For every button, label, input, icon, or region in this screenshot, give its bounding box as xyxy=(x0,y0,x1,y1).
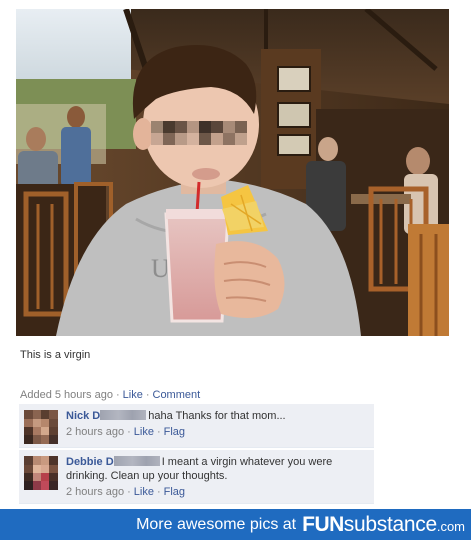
logo-fun: FUN xyxy=(302,512,344,536)
comment-flag-link[interactable]: Flag xyxy=(164,426,185,438)
pixelated-eyes xyxy=(151,121,247,145)
comment-like-link[interactable]: Like xyxy=(134,426,154,438)
logo-dotcom: .com xyxy=(436,518,465,534)
post-comment-link[interactable]: Comment xyxy=(153,389,201,401)
comment-item: Nick D haha Thanks for that mom... 2 hour… xyxy=(19,404,374,448)
post-meta: Added 5 hours ago · Like · Comment xyxy=(20,389,200,401)
meta-separator: · xyxy=(156,426,161,438)
avatar[interactable] xyxy=(24,410,58,444)
comment-like-link[interactable]: Like xyxy=(134,486,154,498)
comment-flag-link[interactable]: Flag xyxy=(164,486,185,498)
post-like-link[interactable]: Like xyxy=(123,389,143,401)
comment-item: Debbie DI meant a virgin whatever you we… xyxy=(19,450,374,504)
comment-meta: 2 hours ago · Like · Flag xyxy=(66,426,368,438)
post-photo[interactable]: U S xyxy=(16,9,449,336)
meta-separator: · xyxy=(115,389,120,401)
redacted-surname xyxy=(113,456,160,466)
watermark-banner: More awesome pics at FUN substance .com xyxy=(0,509,471,540)
comment-author-link[interactable]: Nick D xyxy=(66,410,100,422)
comment-list: Nick D haha Thanks for that mom... 2 hour… xyxy=(19,404,374,506)
comment-meta: 2 hours ago · Like · Flag xyxy=(66,486,368,498)
pixelated-avatar-icon xyxy=(24,410,58,444)
comment-author-link[interactable]: Debbie D xyxy=(66,456,114,468)
avatar[interactable] xyxy=(24,456,58,490)
meta-separator: · xyxy=(156,486,161,498)
photo-illustration: U S xyxy=(16,9,449,336)
comment-timestamp: 2 hours ago xyxy=(66,426,125,438)
post-timestamp: Added 5 hours ago xyxy=(20,389,113,401)
meta-separator: · xyxy=(145,389,150,401)
pixelated-avatar-icon xyxy=(24,456,58,490)
banner-tagline: More awesome pics at xyxy=(136,515,297,533)
meta-separator: · xyxy=(127,426,131,438)
logo-substance: substance xyxy=(343,512,437,536)
comment-text: haha Thanks for that mom... xyxy=(148,410,286,422)
comment-timestamp: 2 hours ago xyxy=(66,486,125,498)
redacted-surname xyxy=(100,410,147,420)
meta-separator: · xyxy=(127,486,131,498)
funsubstance-logo[interactable]: FUN substance .com xyxy=(302,513,465,537)
comment-body: Nick D haha Thanks for that mom... xyxy=(66,409,368,423)
comment-body: Debbie DI meant a virgin whatever you we… xyxy=(66,455,368,483)
post-caption: This is a virgin xyxy=(20,349,91,361)
